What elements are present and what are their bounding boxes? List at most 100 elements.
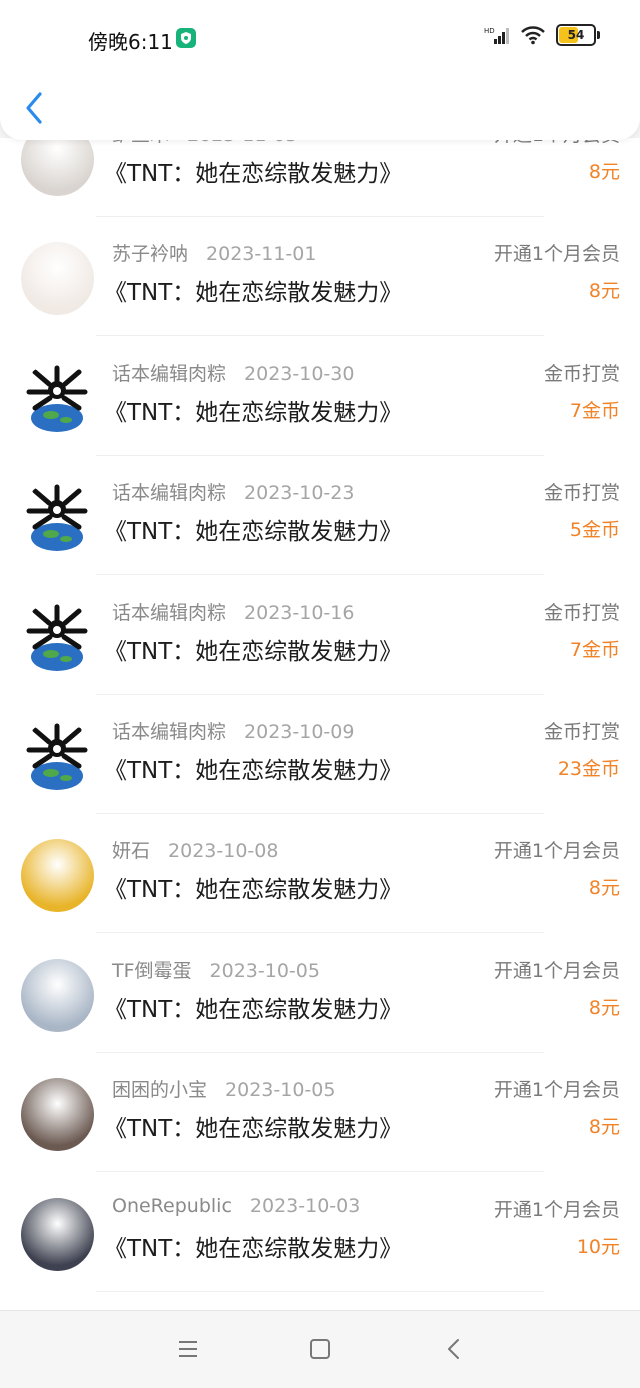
user-name-text: 话本编辑肉粽 [112,601,227,624]
record-type: 开通1个月会员 [493,243,620,266]
user-name-text: 妍石 [112,840,151,863]
header-bar: 傍晚6:11 HD 54 [0,0,640,140]
avatar[interactable] [21,1197,94,1271]
record-date: 2023-10-03 [249,1194,361,1217]
list-item[interactable]: 鲈鱼木2023-11-03《TNT：她在恋综散发魅力》开通1个月会员8元 [0,138,640,239]
back-arrow-icon[interactable] [20,86,50,130]
system-nav-bar [0,1310,640,1388]
record-amount: 8元 [588,996,620,1019]
record-amount: 10元 [576,1235,620,1258]
menu-icon[interactable] [175,1336,201,1362]
network-label: HD [484,27,495,35]
divider [96,1171,544,1173]
record-type: 金币打赏 [543,362,620,385]
battery-level: 54 [567,28,585,42]
record-date: 2023-10-05 [209,959,320,982]
book-title: 《TNT：她在恋综散发魅力》 [104,1235,403,1262]
avatar[interactable] [21,600,94,674]
record-amount: 7金币 [569,399,620,422]
signal-icon: HD [484,27,509,44]
record-amount: 5金币 [569,519,620,542]
record-type: 金币打赏 [543,601,620,624]
book-title: 《TNT：她在恋综散发魅力》 [104,1116,403,1143]
list-item[interactable]: 苏子衿呐 2023-11-01 《TNT：她在恋综散发魅力》 开通1个月会员 8元 [0,239,640,358]
record-type: 开通1个月会员 [493,959,620,982]
book-title: 《TNT：她在恋综散发魅力》 [104,280,403,307]
list-item[interactable]: 话本编辑肉粽 2023-10-16 《TNT：她在恋综散发魅力》 金币打赏 7金币 [0,598,640,717]
reward-record-list: 鲈鱼木2023-11-03《TNT：她在恋综散发魅力》开通1个月会员8元苏子衿呐… [0,138,640,1310]
list-item[interactable]: 话本编辑肉粽 2023-10-30 《TNT：她在恋综散发魅力》 金币打赏 7金币 [0,359,640,478]
divider [96,574,544,576]
avatar[interactable] [21,958,94,1032]
record-date: 2023-10-05 [225,1079,336,1102]
record-type: 开通1个月会员 [493,1198,620,1221]
record-date: 2023-10-09 [244,721,355,743]
record-amount: 8元 [588,161,620,183]
divider [96,932,544,934]
list-item[interactable]: TF倒霉蛋 2023-10-05 《TNT：她在恋综散发魅力》 开通1个月会员 8元 [0,956,640,1075]
status-time: 傍晚6:11 [88,30,173,54]
avatar[interactable] [21,242,94,316]
book-title: 《TNT：她在恋综散发魅力》 [104,161,403,187]
list-item[interactable]: 话本编辑肉粽 2023-10-23 《TNT：她在恋综散发魅力》 金币打赏 5金币 [0,478,640,597]
divider [96,1051,544,1053]
avatar[interactable] [21,720,94,793]
home-square-icon[interactable] [307,1336,333,1362]
record-date: 2023-10-30 [244,362,355,385]
list-item[interactable]: OneRepublic 2023-10-03 《TNT：她在恋综散发魅力》 开通1个月… [0,1195,640,1310]
book-title: 《TNT：她在恋综散发魅力》 [104,399,403,426]
shield-app-icon [176,28,196,48]
user-name: 话本编辑肉粽 2023-10-23 [112,478,354,505]
book-title: 《TNT：她在恋综散发魅力》 [104,758,403,784]
user-name-text: 话本编辑肉粽 [112,482,227,505]
list-item[interactable]: 困困的小宝 2023-10-05 《TNT：她在恋综散发魅力》 开通1个月会员 8元 [0,1075,640,1194]
user-name: 苏子衿呐 2023-11-01 [112,239,316,266]
record-date: 2023-10-23 [244,482,355,505]
user-name: 妍石 2023-10-08 [112,836,278,863]
avatar[interactable] [21,138,94,196]
divider [96,813,544,814]
user-name-text: 话本编辑肉粽 [112,721,227,743]
user-name-text: OneRepublic [112,1194,232,1217]
record-amount: 23金币 [557,758,620,780]
avatar[interactable] [21,839,94,913]
book-title: 《TNT：她在恋综散发魅力》 [104,519,403,546]
avatar[interactable] [21,1078,94,1152]
divider [96,216,544,217]
user-name-text: 话本编辑肉粽 [112,362,227,385]
record-type: 开通1个月会员 [493,1079,620,1102]
record-amount: 8元 [588,1116,620,1139]
user-name: 困困的小宝 2023-10-05 [112,1075,335,1102]
list-item[interactable]: 妍石 2023-10-08 《TNT：她在恋综散发魅力》 开通1个月会员 8元 [0,836,640,955]
avatar[interactable] [21,481,94,555]
record-amount: 8元 [588,280,620,303]
back-chevron-icon[interactable] [441,1336,467,1362]
record-type: 金币打赏 [543,721,620,743]
user-name-text: TF倒霉蛋 [112,959,192,982]
book-title: 《TNT：她在恋综散发魅力》 [104,996,403,1023]
wifi-icon [521,26,545,45]
user-name: OneRepublic 2023-10-03 [112,1195,360,1217]
record-date: 2023-10-08 [168,840,279,863]
user-name-text: 苏子衿呐 [112,243,189,266]
divider [96,454,544,456]
record-amount: 7金币 [569,638,620,661]
divider [96,1290,544,1292]
user-name: 话本编辑肉粽 2023-10-16 [112,598,354,625]
user-name-text: 困困的小宝 [112,1079,208,1102]
avatar[interactable] [21,361,94,435]
record-date: 2023-10-16 [244,601,355,624]
list-item[interactable]: 话本编辑肉粽 2023-10-09 《TNT：她在恋综散发魅力》 金币打赏 23金币 [0,717,640,836]
user-name: TF倒霉蛋 2023-10-05 [112,956,320,983]
record-type: 金币打赏 [543,482,620,505]
divider [96,335,544,337]
record-type: 开通1个月会员 [493,840,620,863]
record-date: 2023-11-01 [206,243,317,266]
user-name: 话本编辑肉粽 2023-10-09 [112,717,354,744]
book-title: 《TNT：她在恋综散发魅力》 [104,877,403,904]
battery-icon: 54 [556,24,600,46]
divider [96,693,544,695]
record-amount: 8元 [588,877,620,900]
book-title: 《TNT：她在恋综散发魅力》 [104,638,403,665]
user-name: 话本编辑肉粽 2023-10-30 [112,359,354,386]
